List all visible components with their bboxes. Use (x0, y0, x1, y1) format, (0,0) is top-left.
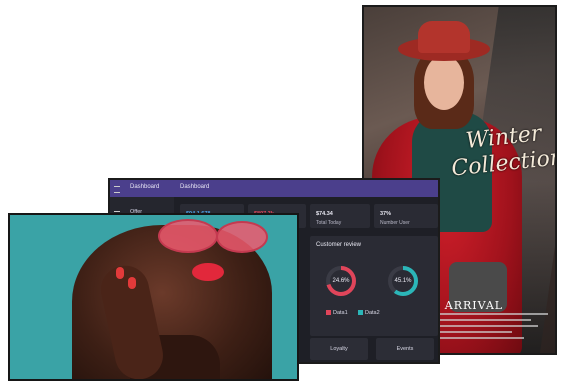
legend-item-1: Data1 (326, 310, 348, 316)
sidebar-brand: Dashboard (130, 184, 160, 190)
sunglasses-left-lens (158, 219, 218, 253)
stat-label: Number User (380, 220, 410, 226)
events-button[interactable]: Events (376, 338, 434, 360)
stat-card: $74.34 Total Today (310, 204, 370, 228)
review-title: Customer review (316, 242, 362, 248)
portrait-lips (192, 263, 224, 281)
legend-item-2: Data2 (358, 310, 380, 316)
menu-icon[interactable] (114, 186, 120, 193)
sunglasses-right-lens (216, 221, 268, 253)
promo-body-text (428, 313, 548, 343)
customer-review-panel: Customer review 24.6% 45.1% Data1 Data2 (310, 236, 438, 336)
donut-chart-2: 45.1% (386, 264, 420, 298)
landscape-display (8, 213, 299, 381)
donut-chart-1: 24.6% (324, 264, 358, 298)
stat-card: 37% Number User (374, 204, 438, 228)
legend-swatch-red (326, 310, 331, 316)
loyalty-button[interactable]: Loyalty (310, 338, 368, 360)
donut-label-2: 45.1% (394, 278, 412, 284)
fingernail (128, 277, 136, 289)
legend-swatch-teal (358, 310, 363, 316)
promo-headline: Winter Collection (448, 119, 555, 182)
stat-value: $74.34 (316, 211, 333, 217)
fingernail (116, 267, 124, 279)
hat-crown (418, 21, 470, 53)
dashboard-header: Dashboard Dashboard (110, 180, 438, 197)
stat-value: 37% (380, 211, 392, 217)
donut-label-1: 24.6% (332, 278, 350, 284)
stat-label: Total Today (316, 220, 342, 226)
page-title: Dashboard (180, 184, 210, 190)
face-figure (424, 55, 464, 110)
